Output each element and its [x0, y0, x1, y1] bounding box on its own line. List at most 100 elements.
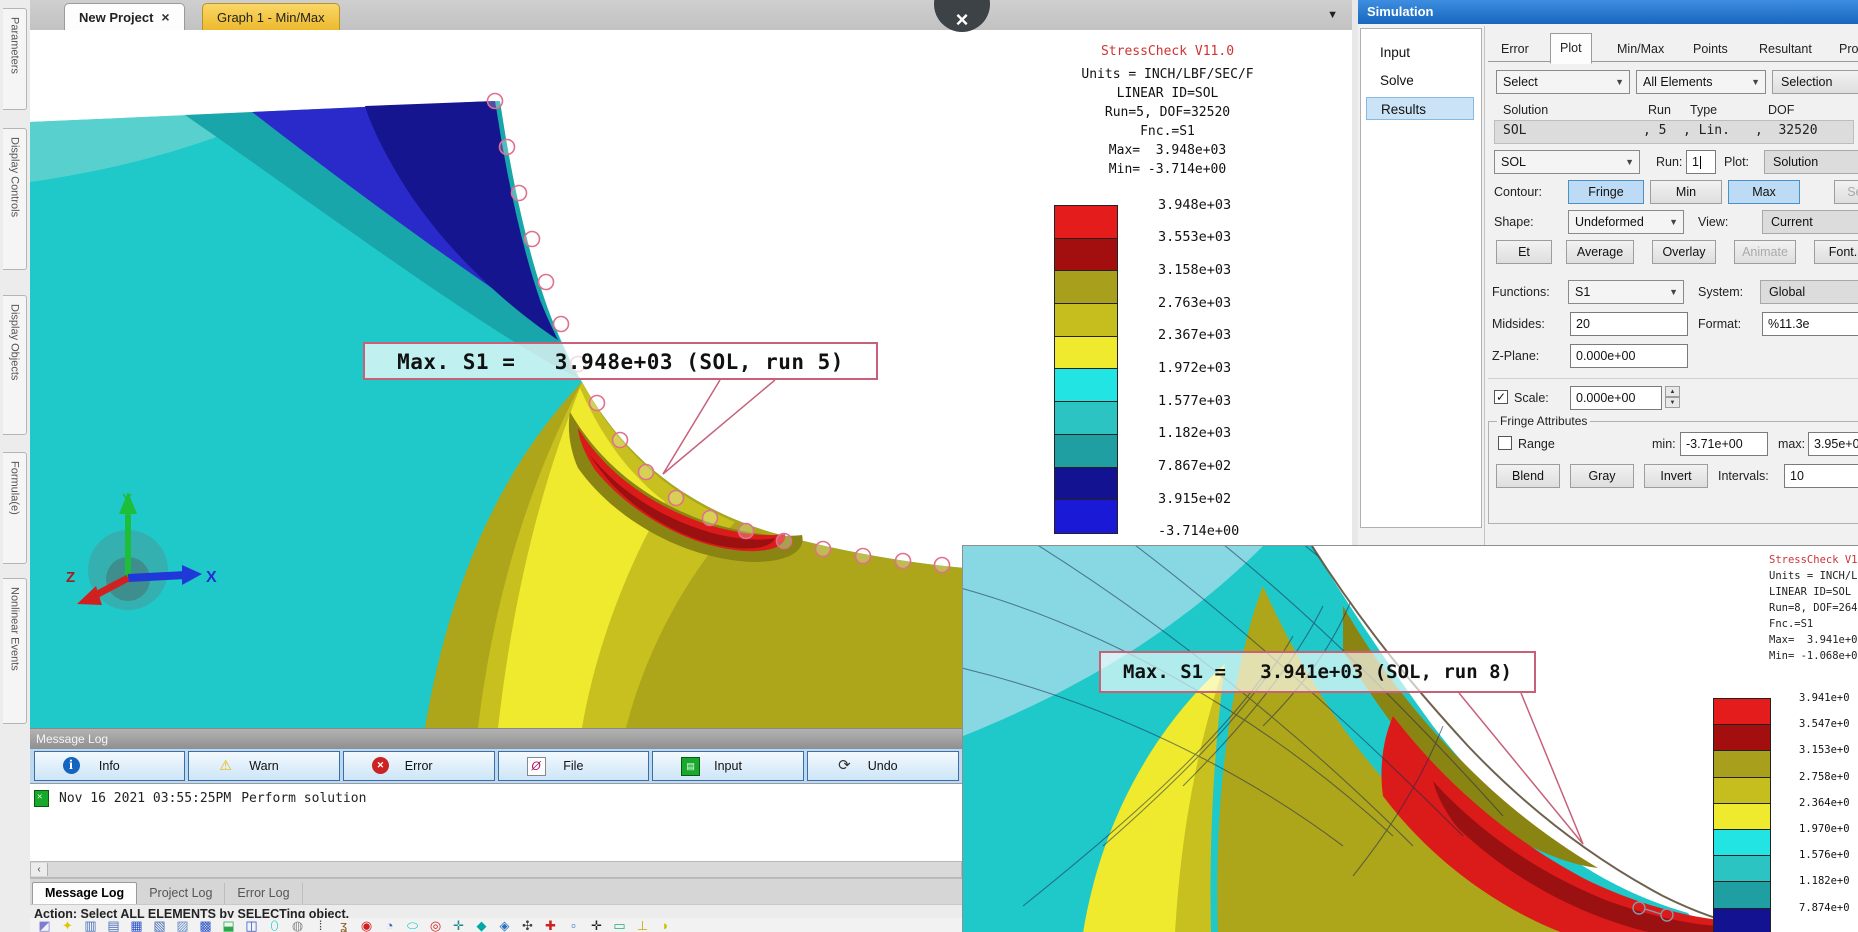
view-field[interactable]: Current: [1762, 210, 1858, 234]
overlay-colorbar-values: 3.941e+03.547e+03.153e+02.758e+02.364e+0…: [1799, 685, 1858, 921]
triad-x-label: X: [206, 569, 217, 586]
nav-item-input[interactable]: Input: [1366, 41, 1474, 64]
button-label: File: [563, 759, 583, 773]
sidebar-tab-formulae[interactable]: Formula(e): [3, 452, 27, 564]
shape-dropdown[interactable]: Undeformed▼: [1568, 210, 1684, 234]
toolbar-icon: ◉: [356, 918, 377, 932]
warn-filter-button[interactable]: ⚠ Warn: [188, 751, 340, 781]
close-icon[interactable]: ×: [161, 9, 169, 25]
horizontal-scrollbar[interactable]: ‹: [30, 861, 962, 878]
scale-checkbox[interactable]: ✓: [1494, 390, 1508, 404]
tab-error[interactable]: Error: [1492, 36, 1538, 62]
min-button[interactable]: Min: [1650, 180, 1722, 204]
error-filter-button[interactable]: ✕ Error: [343, 751, 495, 781]
zplane-input[interactable]: 0.000e+00: [1570, 344, 1688, 368]
spin-up-icon[interactable]: ▲: [1665, 386, 1680, 397]
simulation-titlebar[interactable]: Simulation: [1358, 0, 1858, 24]
nav-item-solve[interactable]: Solve: [1366, 69, 1474, 92]
tab-graph-minmax[interactable]: Graph 1 - Min/Max: [202, 3, 340, 30]
colorbar-value: 3.153e+0: [1799, 737, 1858, 763]
plot-type-field[interactable]: Solution: [1764, 150, 1858, 174]
toolbar-icon: ✚: [540, 918, 561, 932]
log-entry[interactable]: Nov 16 2021 03:55:25PM Perform solution: [34, 790, 958, 807]
run-input[interactable]: 1: [1686, 150, 1716, 174]
selection-button[interactable]: Selection: [1772, 70, 1858, 94]
undo-icon: ⟳: [836, 757, 853, 774]
nav-item-results[interactable]: Results: [1366, 97, 1474, 120]
blend-button[interactable]: Blend: [1496, 464, 1560, 488]
sidebar-tab-display-controls[interactable]: Display Controls: [3, 128, 27, 270]
range-checkbox[interactable]: [1498, 436, 1512, 450]
invert-button[interactable]: Invert: [1644, 464, 1708, 488]
left-tool-rail: Parameters Display Controls Display Obje…: [0, 0, 31, 932]
solution-list-row[interactable]: SOL , 5 , Lin. , 32520: [1494, 120, 1854, 144]
toolbar-icon: ▤: [103, 918, 124, 932]
message-log-titlebar[interactable]: Message Log: [30, 729, 962, 749]
sidebar-tab-parameters[interactable]: Parameters: [3, 8, 27, 110]
elements-dropdown[interactable]: All Elements▼: [1636, 70, 1766, 94]
font-button[interactable]: Font.: [1814, 240, 1858, 264]
info-filter-button[interactable]: i Info: [34, 751, 186, 781]
tab-underline: [1488, 61, 1858, 62]
min-input[interactable]: -3.71e+00: [1680, 432, 1768, 456]
legend-line: Units = INCH/LBF/: [1769, 568, 1858, 584]
spin-down-icon[interactable]: ▼: [1665, 397, 1680, 408]
file-filter-button[interactable]: Ø File: [498, 751, 650, 781]
tab-minmax[interactable]: Min/Max: [1608, 36, 1673, 62]
overlay-max-annotation[interactable]: Max. S1 = 3.941e+03 (SOL, run 8): [1099, 651, 1536, 693]
tab-points[interactable]: Points: [1684, 36, 1737, 62]
plot-label: Plot:: [1724, 150, 1749, 174]
colorbar-swatch: [1055, 500, 1117, 533]
sec-plot-button[interactable]: Sec. Pl: [1834, 180, 1858, 204]
message-log-filter-row: i Info ⚠ Warn ✕ Error Ø File ▤ Input ⟳ U…: [30, 749, 962, 783]
tab-plot[interactable]: Plot: [1550, 33, 1592, 64]
scale-spinner[interactable]: ▲ ▼: [1665, 386, 1680, 410]
gray-button[interactable]: Gray: [1570, 464, 1634, 488]
colorbar-swatch: [1055, 337, 1117, 370]
scroll-left-arrow[interactable]: ‹: [31, 863, 48, 876]
chevron-down-icon[interactable]: ▼: [1327, 9, 1338, 21]
solution-dropdown[interactable]: SOL▼: [1494, 150, 1640, 174]
sidebar-tab-nonlinear-events[interactable]: Nonlinear Events: [3, 578, 27, 724]
annotation-leader: [663, 380, 775, 474]
max-input[interactable]: 3.95e+03: [1808, 432, 1858, 456]
bottom-toolbar[interactable]: ◩✦▥▤▦▧▨▩⬓◫⬯◍⁞ʓ◉◔⬭◎✛◆◈✣✚▫✛▭⊥◗: [30, 918, 966, 932]
intervals-input[interactable]: 10: [1784, 464, 1858, 488]
toolbar-icon: ⊥: [632, 918, 653, 932]
et-button[interactable]: Et: [1496, 240, 1552, 264]
animate-button[interactable]: Animate: [1734, 240, 1796, 264]
system-field[interactable]: Global: [1760, 280, 1858, 304]
error-icon: ✕: [372, 757, 389, 774]
midsides-input[interactable]: 20: [1570, 312, 1688, 336]
format-input[interactable]: %11.3e: [1762, 312, 1858, 336]
select-mode-dropdown[interactable]: Select▼: [1496, 70, 1630, 94]
toolbar-icon: ◔: [379, 918, 400, 932]
overlay-button[interactable]: Overlay: [1652, 240, 1716, 264]
max-annotation[interactable]: Max. S1 = 3.948e+03 (SOL, run 5): [363, 342, 878, 380]
fringe-button[interactable]: Fringe: [1568, 180, 1644, 204]
group-legend: Fringe Attributes: [1497, 414, 1590, 428]
colorbar-value: 1.182e+03: [1158, 417, 1278, 450]
sidebar-tab-display-objects[interactable]: Display Objects: [3, 295, 27, 435]
max-button[interactable]: Max: [1728, 180, 1800, 204]
functions-dropdown[interactable]: S1▼: [1568, 280, 1684, 304]
input-filter-button[interactable]: ▤ Input: [652, 751, 804, 781]
scale-input[interactable]: 0.000e+00: [1570, 386, 1662, 410]
sidebar-tab-label: Display Objects: [9, 304, 21, 380]
tab-properties[interactable]: Properties: [1830, 36, 1858, 62]
plot-legend-text: StressCheck V11.0 Units = INCH/LBF/SEC/F…: [1070, 42, 1265, 179]
file-icon: Ø: [527, 757, 546, 776]
tab-error-log[interactable]: Error Log: [225, 883, 302, 904]
colorbar-value: 3.553e+03: [1158, 221, 1278, 254]
tab-project-log[interactable]: Project Log: [137, 883, 225, 904]
tab-new-project[interactable]: New Project ×: [64, 3, 185, 30]
message-log-list[interactable]: Nov 16 2021 03:55:25PM Perform solution: [30, 783, 962, 861]
toolbar-icon: ⁞: [310, 918, 331, 932]
max-label: max:: [1778, 432, 1805, 456]
undo-filter-button[interactable]: ⟳ Undo: [807, 751, 959, 781]
tab-message-log[interactable]: Message Log: [32, 882, 137, 904]
solution-type: , Lin.: [1683, 123, 1730, 138]
tab-resultant[interactable]: Resultant: [1750, 36, 1821, 62]
colorbar-swatch: [1714, 751, 1770, 777]
average-button[interactable]: Average: [1566, 240, 1634, 264]
